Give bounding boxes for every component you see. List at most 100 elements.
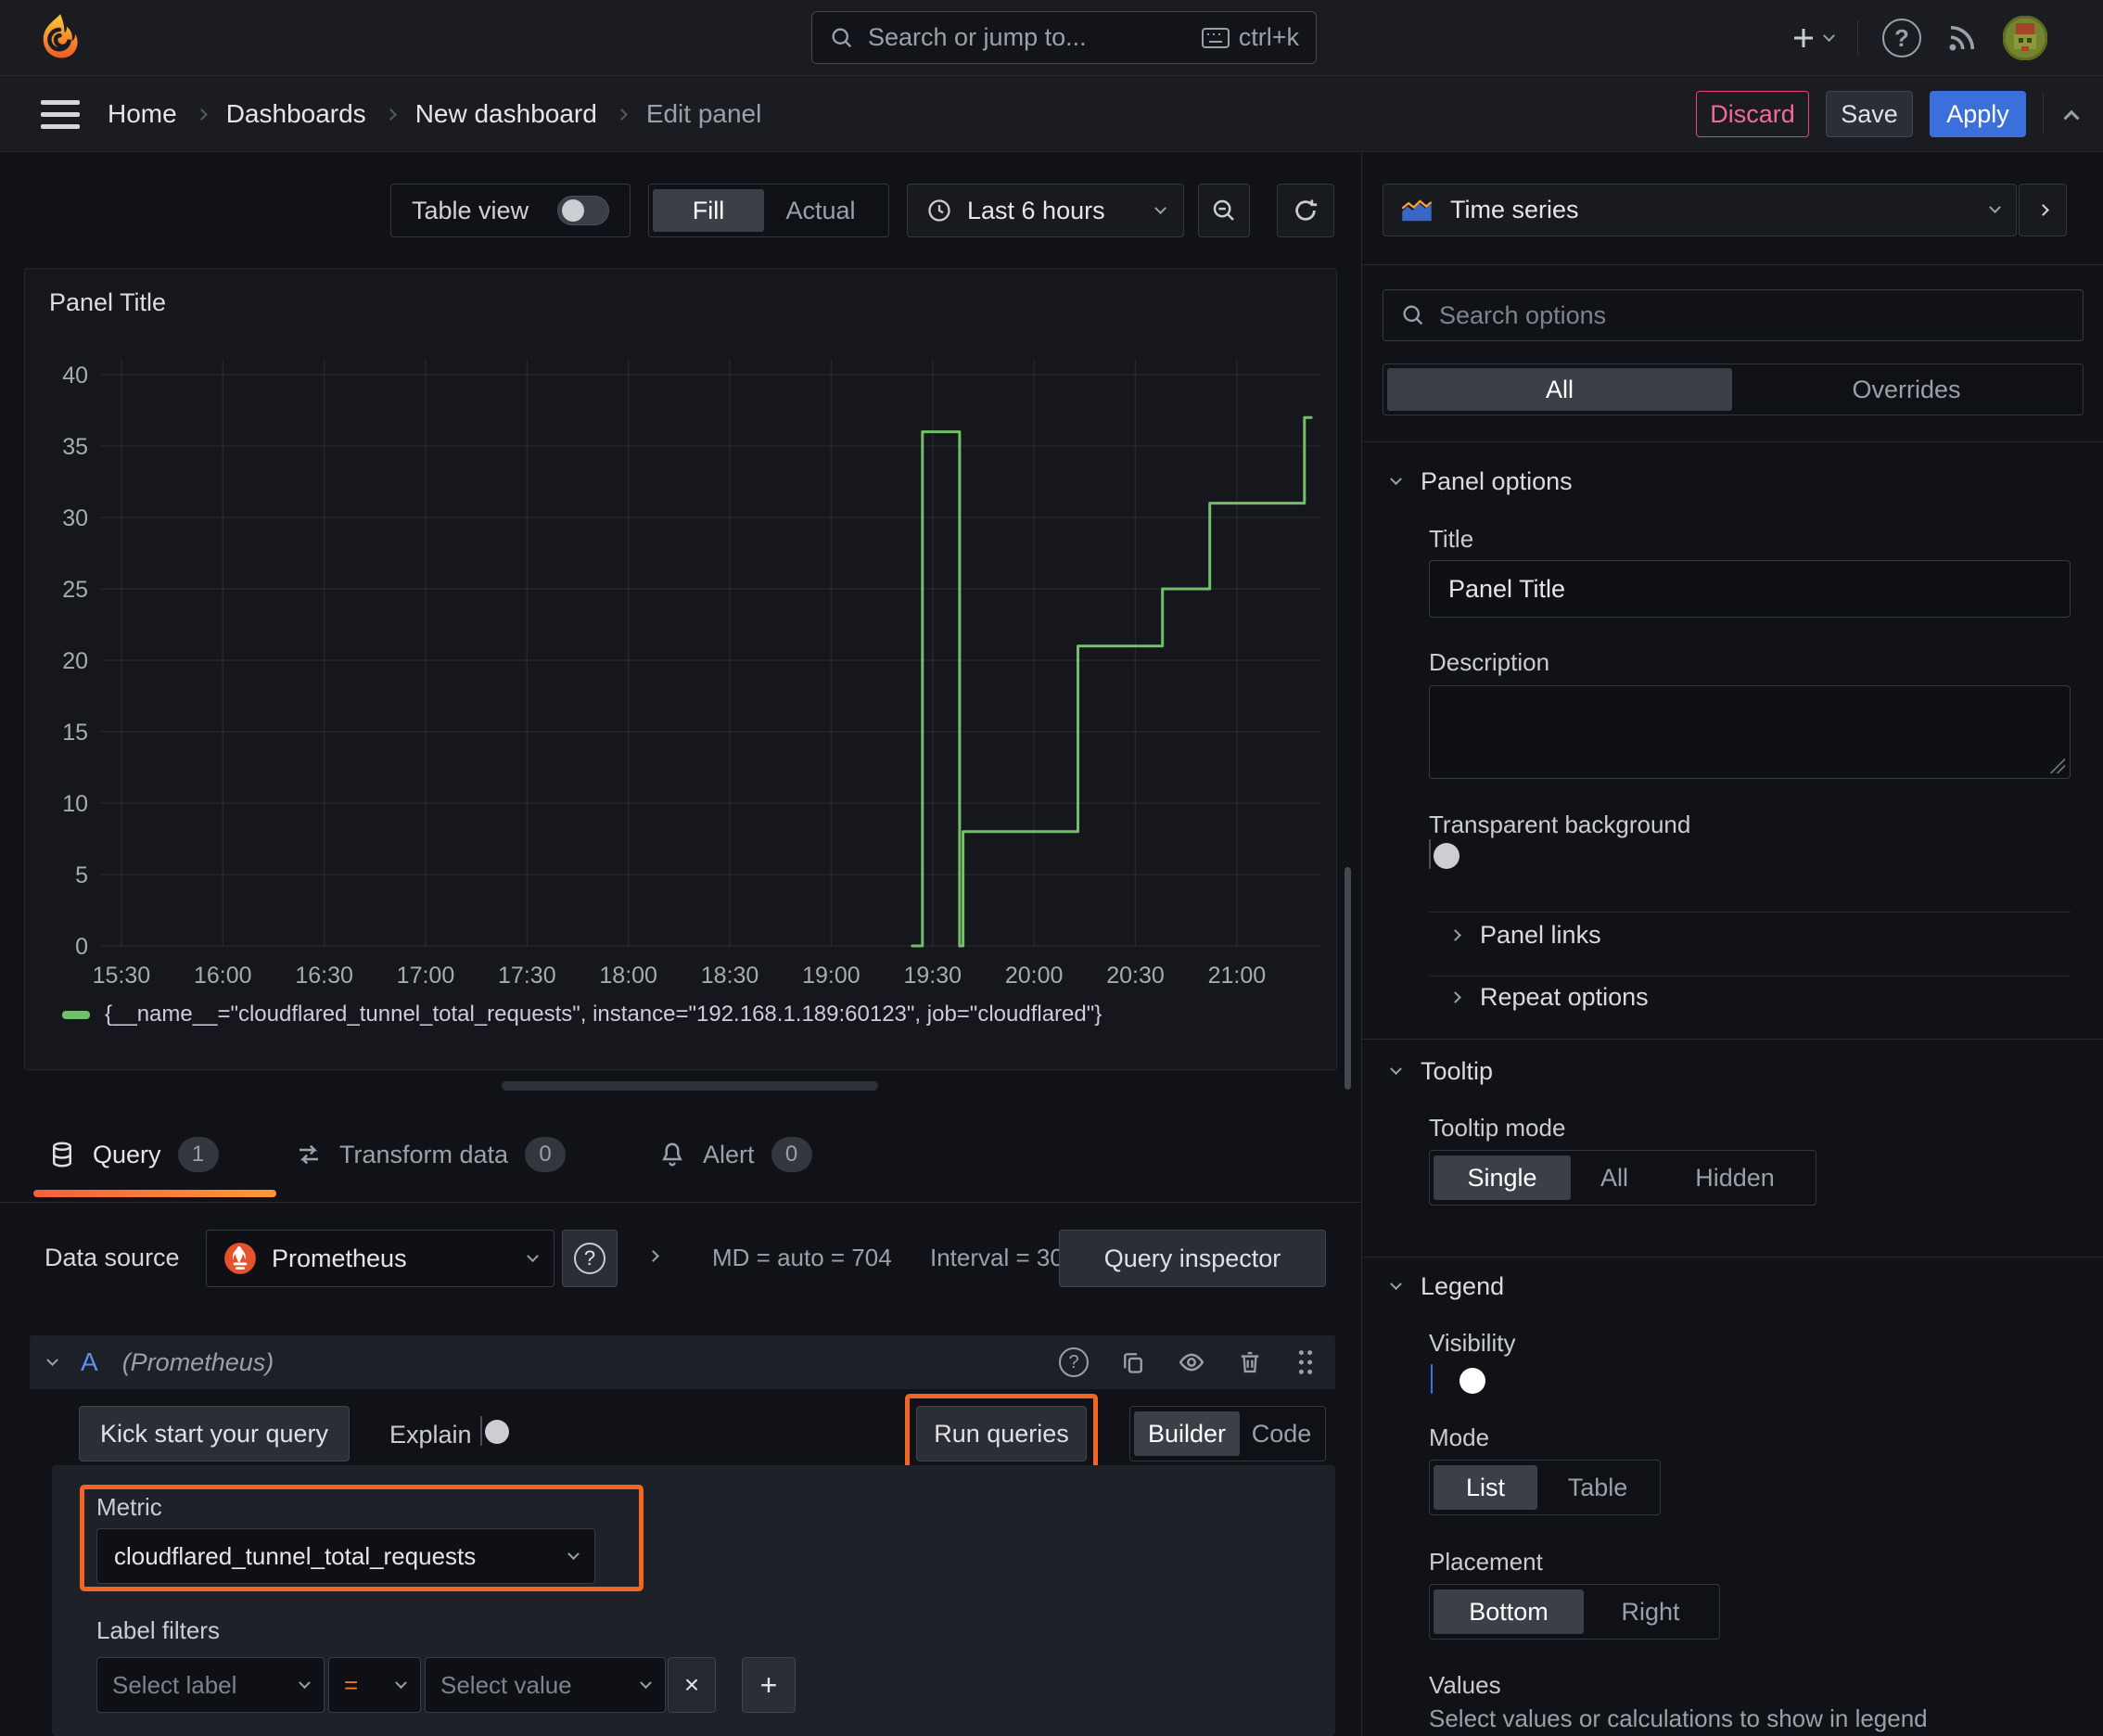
grafana-logo[interactable]: [33, 12, 85, 64]
breadcrumb-current: Edit panel: [645, 99, 762, 128]
news-rss-icon[interactable]: [1945, 21, 1979, 55]
query-row-header[interactable]: A (Prometheus) ?: [30, 1335, 1335, 1389]
panel-resize-handle[interactable]: [502, 1081, 878, 1091]
svg-text:18:00: 18:00: [599, 963, 657, 989]
svg-text:17:30: 17:30: [498, 963, 556, 989]
chevron-right-icon: [1449, 991, 1461, 1003]
fill-option[interactable]: Fill: [653, 189, 764, 232]
breadcrumb-new-dashboard[interactable]: New dashboard: [415, 99, 597, 129]
refresh-button[interactable]: [1277, 184, 1334, 237]
query-stats-expand-icon[interactable]: [647, 1250, 659, 1262]
add-filter-button[interactable]: +: [742, 1657, 796, 1713]
vertical-scrollbar[interactable]: [1345, 867, 1351, 1090]
help-button[interactable]: ?: [1882, 19, 1921, 57]
zoom-out-icon: [1213, 199, 1234, 221]
visualization-picker[interactable]: Time series: [1383, 184, 2017, 236]
legend-mode-table[interactable]: Table: [1539, 1465, 1656, 1510]
datasource-help-button[interactable]: ?: [562, 1230, 618, 1287]
tooltip-mode-all[interactable]: All: [1573, 1155, 1656, 1200]
run-queries-button[interactable]: Run queries: [916, 1406, 1087, 1462]
svg-text:5: 5: [75, 862, 88, 888]
actual-option[interactable]: Actual: [766, 189, 875, 232]
menu-button[interactable]: [41, 100, 80, 129]
builder-option[interactable]: Builder: [1134, 1411, 1240, 1456]
operator-dropdown[interactable]: =: [328, 1657, 421, 1713]
tooltip-mode-single[interactable]: Single: [1434, 1155, 1571, 1200]
add-icon: +: [759, 1667, 778, 1702]
panel-title-input[interactable]: Panel Title: [1429, 560, 2071, 618]
section-repeat-options[interactable]: Repeat options: [1449, 983, 1649, 1012]
legend-mode-list[interactable]: List: [1434, 1465, 1537, 1510]
timeseries-viz-icon: [1401, 198, 1433, 221]
disable-query-eye-icon[interactable]: [1178, 1348, 1205, 1376]
collapse-query-icon[interactable]: [46, 1353, 58, 1366]
tooltip-mode-hidden[interactable]: Hidden: [1658, 1155, 1812, 1200]
breadcrumb-dashboards[interactable]: Dashboards: [226, 99, 366, 129]
duplicate-icon[interactable]: [1120, 1349, 1146, 1375]
chart-panel: Panel Title 0 5 10 15 20 25 30 35 40 15:30 16:00 16…: [24, 268, 1337, 1070]
time-range-picker[interactable]: Last 6 hours: [907, 184, 1184, 237]
drag-handle-icon[interactable]: [1294, 1348, 1317, 1376]
explain-label: Explain: [389, 1421, 472, 1449]
breadcrumb-home[interactable]: Home: [108, 99, 177, 129]
avatar[interactable]: [2003, 16, 2047, 60]
legend-placement-label: Placement: [1429, 1548, 1543, 1576]
section-legend[interactable]: Legend: [1390, 1272, 1504, 1301]
query-editor-card: Metric cloudflared_tunnel_total_requests…: [52, 1465, 1335, 1736]
query-inspector-button[interactable]: Query inspector: [1059, 1230, 1326, 1287]
zoom-out-button[interactable]: [1198, 184, 1250, 237]
tab-query[interactable]: Query 1: [48, 1131, 219, 1178]
breadcrumb-bar: Home Dashboards New dashboard Edit panel…: [0, 76, 2103, 152]
section-panel-links[interactable]: Panel links: [1449, 921, 1601, 950]
explain-toggle[interactable]: [480, 1416, 509, 1446]
topbar-divider: [1857, 20, 1858, 56]
legend-visibility-toggle[interactable]: [1431, 1364, 1485, 1394]
search-options-input[interactable]: Search options: [1383, 289, 2084, 341]
query-stats-md: MD = auto = 704: [712, 1244, 892, 1271]
remove-filter-button[interactable]: ×: [668, 1657, 716, 1713]
edit-panel-main: Table view Fill Actual Last 6 hours Pane…: [0, 152, 1361, 1736]
select-label-dropdown[interactable]: Select label: [96, 1657, 325, 1713]
visualization-label: Time series: [1450, 196, 1579, 223]
legend-placement-right[interactable]: Right: [1586, 1589, 1715, 1634]
discard-button[interactable]: Discard: [1696, 91, 1809, 137]
description-textarea[interactable]: [1429, 685, 2071, 779]
clock-icon: [928, 199, 950, 222]
select-value-dropdown[interactable]: Select value: [425, 1657, 666, 1713]
new-button[interactable]: [1790, 24, 1835, 52]
select-label-placeholder: Select label: [112, 1670, 237, 1699]
tab-alert[interactable]: Alert 0: [658, 1131, 812, 1178]
query-stats-interval: Interval = 30s: [930, 1244, 1076, 1271]
chevron-down-icon: [1989, 201, 2001, 214]
table-view-toggle[interactable]: [557, 196, 609, 225]
section-tooltip[interactable]: Tooltip: [1390, 1057, 1493, 1086]
time-series-chart[interactable]: 0 5 10 15 20 25 30 35 40 15:30 16:00 16:30 17:00 17:3…: [25, 343, 1338, 1002]
help-icon: ?: [574, 1243, 605, 1274]
transparent-bg-toggle[interactable]: [1429, 839, 1459, 869]
datasource-picker[interactable]: Prometheus: [206, 1230, 554, 1287]
breadcrumb-separator-icon: [384, 108, 397, 121]
save-button[interactable]: Save: [1826, 91, 1913, 137]
delete-query-trash-icon[interactable]: [1237, 1349, 1263, 1375]
metric-select[interactable]: cloudflared_tunnel_total_requests: [96, 1528, 595, 1584]
query-help-icon[interactable]: ?: [1059, 1347, 1089, 1377]
apply-button[interactable]: Apply: [1930, 91, 2026, 137]
search-input[interactable]: Search or jump to... ctrl+k: [811, 11, 1317, 64]
resize-handle-icon[interactable]: [2050, 759, 2065, 773]
chart-legend[interactable]: {__name__="cloudflared_tunnel_total_requ…: [62, 1002, 1102, 1028]
legend-values-help: Select values or calculations to show in…: [1429, 1704, 1928, 1732]
legend-placement-bottom[interactable]: Bottom: [1434, 1589, 1584, 1634]
code-option[interactable]: Code: [1242, 1411, 1321, 1456]
chevron-right-icon: [2036, 204, 2049, 216]
breadcrumb-separator-icon: [615, 108, 628, 121]
search-options-placeholder: Search options: [1439, 300, 1607, 329]
refresh-icon: [1295, 199, 1318, 221]
tab-all[interactable]: All: [1387, 368, 1732, 411]
tab-transform[interactable]: Transform data 0: [295, 1131, 567, 1178]
section-panel-options[interactable]: Panel options: [1390, 467, 1573, 496]
kick-start-query-button[interactable]: Kick start your query: [79, 1406, 350, 1462]
collapse-editor-button[interactable]: [2063, 109, 2080, 126]
collapse-options-button[interactable]: [2019, 184, 2067, 236]
svg-text:19:30: 19:30: [903, 963, 962, 989]
tab-overrides[interactable]: Overrides: [1734, 368, 2079, 411]
